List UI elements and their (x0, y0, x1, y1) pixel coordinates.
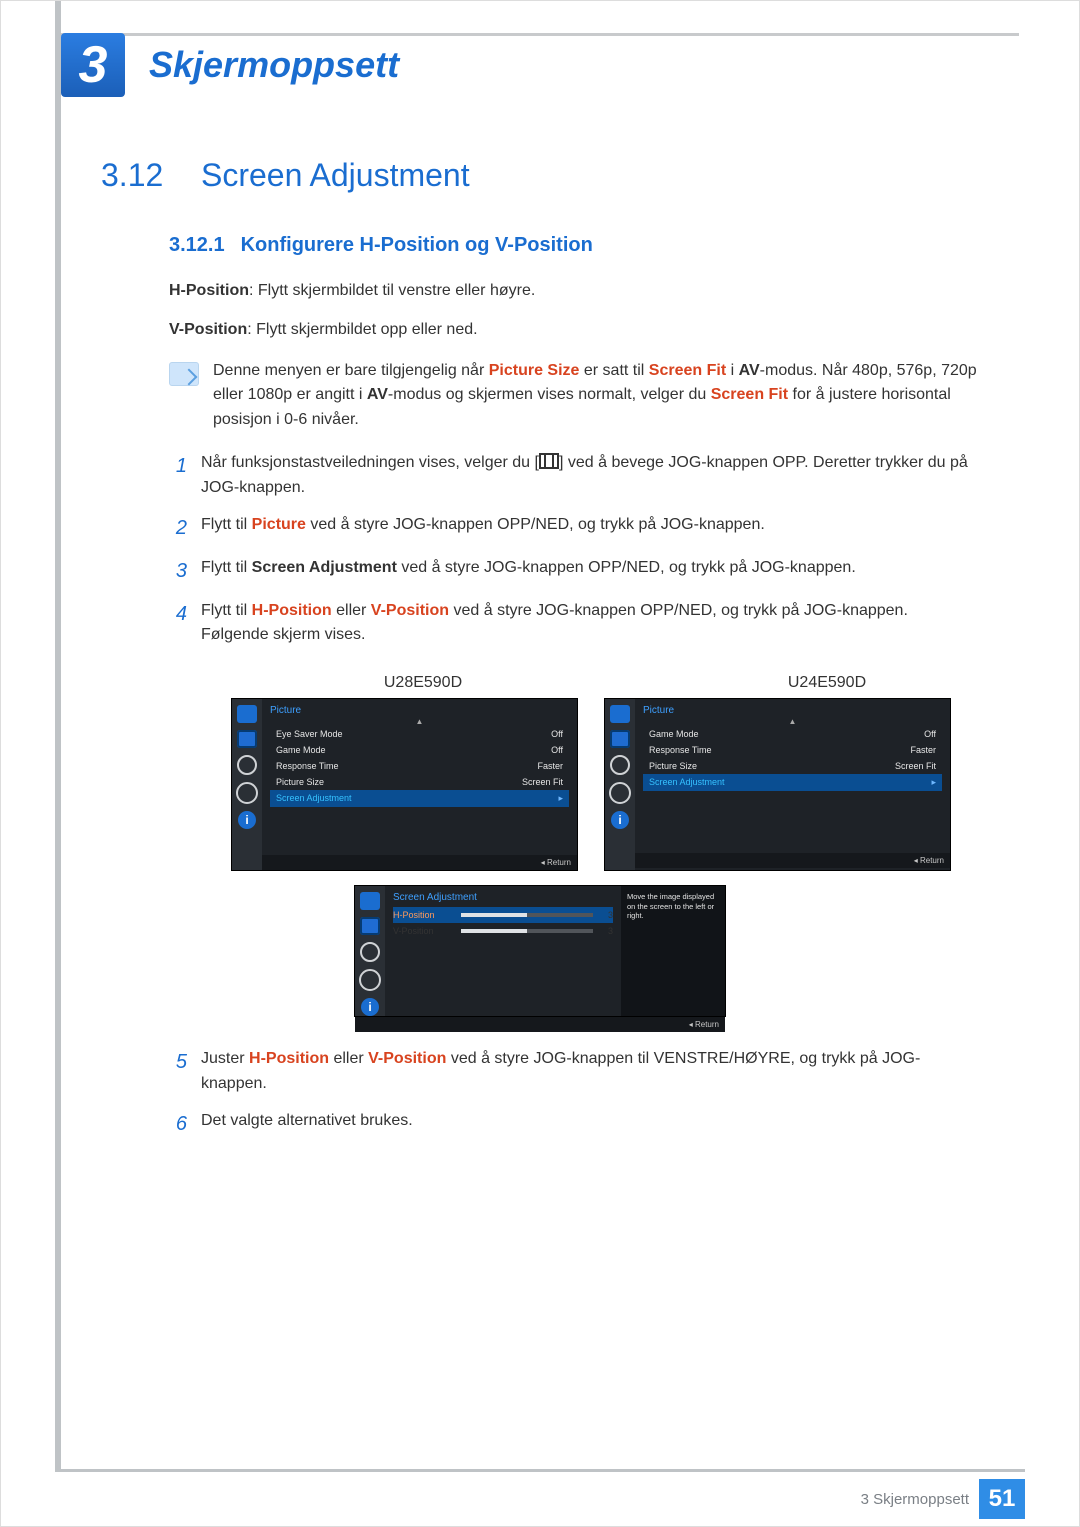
subsection-title: Konfigurere H-Position og V-Position (241, 234, 593, 257)
vposition-desc: V-Position: Flytt skjermbildet opp eller… (169, 318, 979, 343)
gear-icon (359, 969, 381, 991)
info-icon: i (238, 811, 256, 829)
osd-screenshot-adjust: i Screen Adjustment H-Position3 V-Positi… (354, 885, 726, 1017)
step-4: Flytt til H-Position eller V-Position ve… (201, 599, 979, 649)
up-arrow-icon: ▲ (270, 717, 569, 726)
model-labels: U28E590DU24E590D (271, 674, 979, 692)
note-text: Denne menyen er bare tilgjengelig når Pi… (213, 359, 979, 433)
display-icon (360, 942, 380, 962)
step-number: 5 (169, 1047, 187, 1097)
hposition-desc: H-Position: Flytt skjermbildet til venst… (169, 279, 979, 304)
picture-icon (360, 892, 380, 910)
step-5: Juster H-Position eller V-Position ved å… (201, 1047, 979, 1097)
subsection-number: 3.12.1 (169, 234, 225, 257)
left-rule (55, 1, 61, 1472)
display-icon (610, 755, 630, 775)
step-3: Flytt til Screen Adjustment ved å styre … (201, 556, 856, 587)
page-footer: 3 Skjermoppsett 51 (55, 1469, 1025, 1526)
footer-text: 3 Skjermoppsett (861, 1491, 969, 1508)
pip-icon (237, 730, 257, 748)
menu-icon (539, 453, 559, 469)
step-number: 4 (169, 599, 187, 649)
page-number: 51 (979, 1479, 1025, 1519)
chapter-number: 3 (61, 33, 125, 97)
info-icon: i (611, 811, 629, 829)
chapter-title: Skjermoppsett (149, 44, 399, 86)
osd-title: Screen Adjustment (393, 892, 613, 903)
picture-icon (237, 705, 257, 723)
pip-icon (360, 917, 380, 935)
section-number: 3.12 (101, 157, 181, 194)
pip-icon (610, 730, 630, 748)
step-2: Flytt til Picture ved å styre JOG-knappe… (201, 513, 765, 544)
osd-screenshot-u24: i Picture ▲ Game ModeOff Response TimeFa… (604, 698, 951, 871)
step-number: 6 (169, 1109, 187, 1140)
gear-icon (609, 782, 631, 804)
osd-screenshot-u28: i Picture ▲ Eye Saver ModeOff Game ModeO… (231, 698, 578, 871)
section-title: Screen Adjustment (201, 157, 470, 194)
step-1: Når funksjonstastveiledningen vises, vel… (201, 451, 979, 501)
up-arrow-icon: ▲ (643, 717, 942, 726)
step-number: 1 (169, 451, 187, 501)
display-icon (237, 755, 257, 775)
picture-icon (610, 705, 630, 723)
note-icon (169, 362, 199, 386)
osd-tooltip: Move the image displayed on the screen t… (621, 886, 725, 1016)
step-number: 2 (169, 513, 187, 544)
info-icon: i (361, 998, 379, 1016)
gear-icon (236, 782, 258, 804)
step-number: 3 (169, 556, 187, 587)
step-6: Det valgte alternativet brukes. (201, 1109, 413, 1140)
